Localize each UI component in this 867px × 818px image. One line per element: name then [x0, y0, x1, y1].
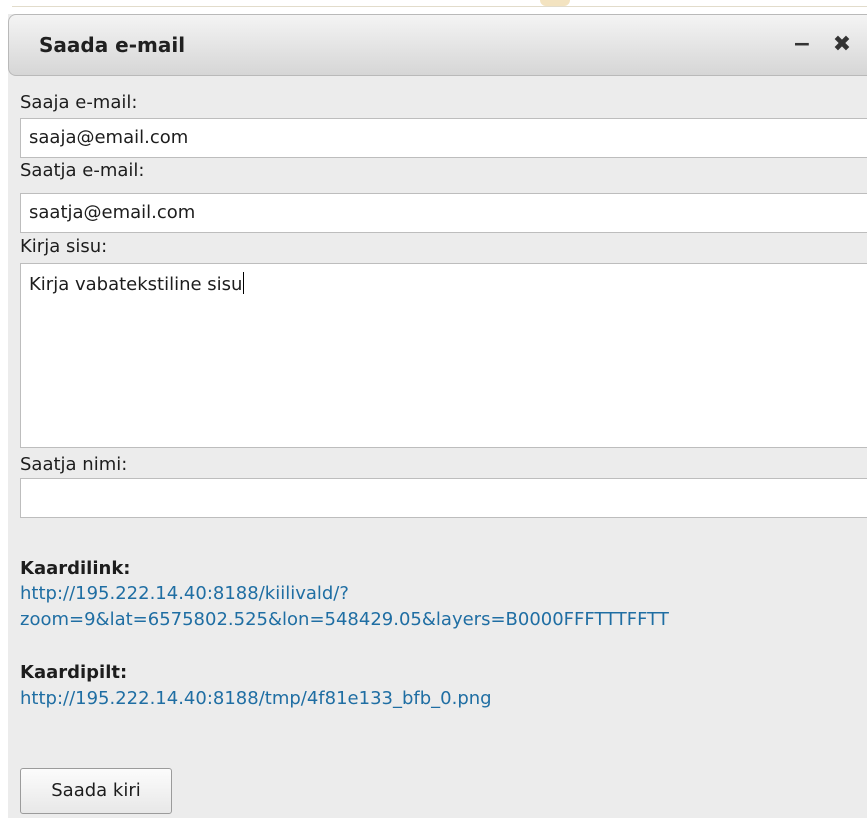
close-icon[interactable]: ✖ [829, 29, 855, 61]
message-body-textarea[interactable]: Kirja vabatekstiline sisu [20, 263, 867, 448]
map-link-heading: Kaardilink: [20, 558, 131, 579]
dialog-titlebar[interactable]: Saada e-mail − ✖ [8, 14, 867, 76]
text-caret [243, 272, 245, 294]
map-link-url-line2[interactable]: zoom=9&lat=6575802.525&lon=548429.05&lay… [20, 609, 669, 630]
send-email-button[interactable]: Saada kiri [20, 768, 172, 814]
minimize-icon[interactable]: − [789, 29, 815, 61]
sender-name-field[interactable] [20, 478, 867, 518]
background-strip [0, 0, 867, 14]
map-image-heading: Kaardipilt: [20, 662, 128, 683]
sender-name-label: Saatja nimi: [20, 454, 128, 475]
map-image-url[interactable]: http://195.222.14.40:8188/tmp/4f81e133_b… [20, 688, 492, 709]
recipient-email-field[interactable]: saaja@email.com [20, 118, 867, 158]
send-email-dialog: Saada e-mail − ✖ Saaja e-mail: saaja@ema… [8, 14, 867, 818]
message-body-text: Kirja vabatekstiline sisu [29, 274, 243, 295]
dialog-title: Saada e-mail [39, 33, 186, 57]
message-body-label: Kirja sisu: [20, 236, 108, 257]
background-line [12, 6, 867, 7]
recipient-email-label: Saaja e-mail: [20, 92, 138, 113]
sender-email-field[interactable]: saatja@email.com [20, 193, 867, 233]
map-link-url-line1[interactable]: http://195.222.14.40:8188/kiilivald/? [20, 583, 349, 604]
background-shape [540, 0, 570, 6]
sender-email-label: Saatja e-mail: [20, 160, 145, 181]
